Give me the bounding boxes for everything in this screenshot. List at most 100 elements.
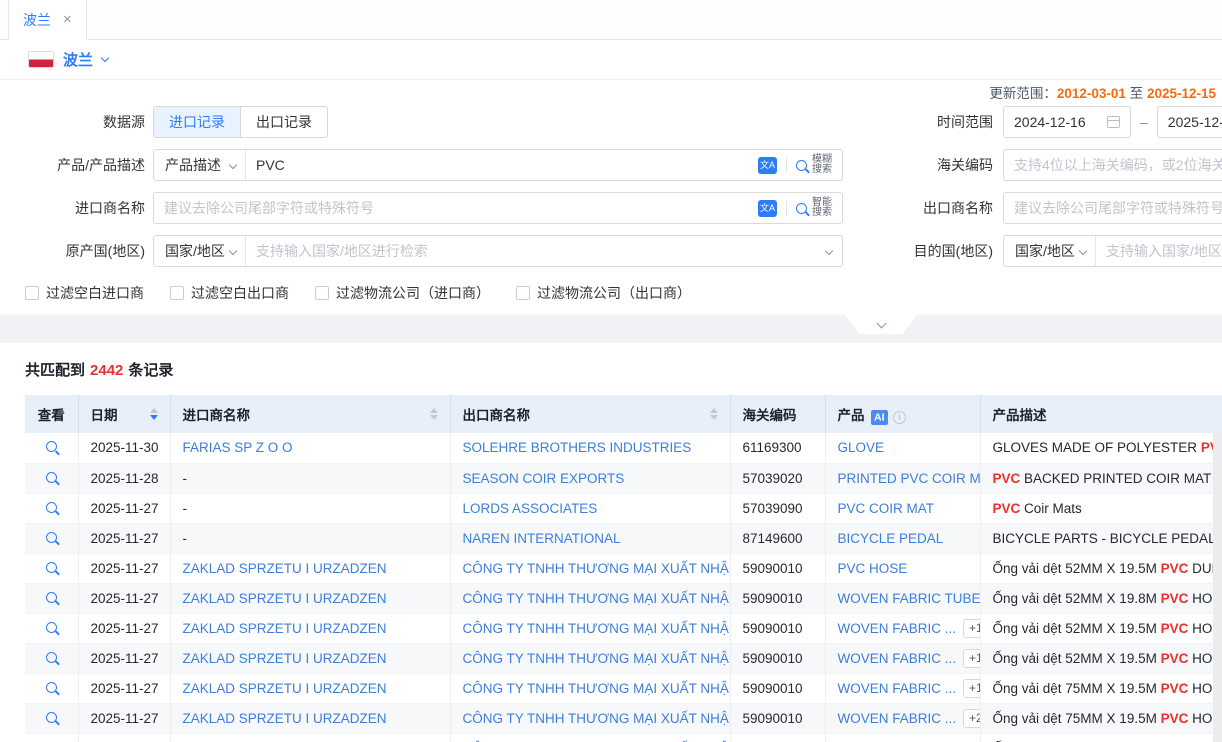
product-link[interactable]: PVC HOSE — [838, 561, 908, 576]
cell-description: PVC Coir Mats — [980, 493, 1222, 523]
exporter-link[interactable]: CÔNG TY TNHH THƯƠNG MẠI XUẤT NHẬP... — [463, 561, 731, 576]
exporter-link[interactable]: CÔNG TY TNHH THƯƠNG MẠI XUẤT NHẬP... — [463, 681, 731, 696]
cell-hs-code: 59090010 — [730, 673, 825, 703]
info-icon[interactable]: i — [893, 411, 906, 424]
cell-importer: ZAKLAD SPRZETU I URZADZEN — [170, 613, 450, 643]
cell-exporter: CÔNG TY TNHH THƯƠNG MẠI XUẤT NHẬP... — [450, 553, 730, 583]
importer-input[interactable]: 建议去除公司尾部字符或特殊符号 文A 智能 搜索 — [153, 192, 843, 224]
view-record-icon[interactable] — [46, 622, 57, 633]
translate-icon[interactable]: 文A — [758, 157, 777, 174]
chevron-down-icon — [1079, 247, 1087, 255]
exporter-link[interactable]: CÔNG TY TNHH THƯƠNG MẠI XUẤT NHẬP... — [463, 651, 731, 666]
cell-view — [25, 583, 78, 613]
hs-code-input[interactable]: 支持4位以上海关编码，或2位海关编码加 — [1003, 149, 1222, 181]
origin-type-select[interactable]: 国家/地区 — [154, 236, 246, 266]
table-row: 2025-11-27ZAKLAD SPRZETU I URZADZENCÔNG … — [25, 553, 1222, 583]
product-link[interactable]: BICYCLE PEDAL — [838, 531, 944, 546]
view-record-icon[interactable] — [46, 682, 57, 693]
product-link[interactable]: PVC COIR MAT — [838, 501, 935, 516]
product-link[interactable]: WOVEN FABRIC ... — [838, 621, 957, 636]
filter-checkbox[interactable]: 过滤空白出口商 — [170, 283, 289, 303]
more-products-badge[interactable]: +1 — [963, 649, 980, 668]
view-record-icon[interactable] — [46, 712, 57, 723]
date-from-input[interactable]: 2024-12-16 — [1003, 106, 1131, 138]
chevron-down-icon[interactable] — [101, 54, 109, 62]
cell-view — [25, 523, 78, 553]
exporter-link[interactable]: NAREN INTERNATIONAL — [463, 531, 621, 546]
col-exporter[interactable]: 出口商名称 — [450, 395, 730, 433]
cell-date: 2025-11-27 — [78, 733, 170, 742]
view-record-icon[interactable] — [46, 441, 57, 452]
translate-icon[interactable]: 文A — [758, 200, 777, 217]
cell-importer: FARIAS SP Z O O — [170, 433, 450, 463]
filter-checkbox[interactable]: 过滤物流公司（进口商） — [315, 283, 490, 303]
product-input[interactable]: PVC 文A 模糊 搜索 — [246, 155, 842, 176]
view-record-icon[interactable] — [46, 472, 57, 483]
view-record-icon[interactable] — [46, 532, 57, 543]
exporter-link[interactable]: SOLEHRE BROTHERS INDUSTRIES — [463, 440, 692, 455]
filter-checkbox[interactable]: 过滤空白进口商 — [25, 283, 144, 303]
importer-link[interactable]: ZAKLAD SPRZETU I URZADZEN — [183, 621, 387, 636]
view-record-icon[interactable] — [46, 652, 57, 663]
cell-date: 2025-11-27 — [78, 523, 170, 553]
more-products-badge[interactable]: +1 — [963, 679, 980, 698]
smart-search-button[interactable]: 智能 搜索 — [812, 198, 832, 219]
importer-link[interactable]: FARIAS SP Z O O — [183, 440, 293, 455]
product-link[interactable]: PRINTED PVC COIR M... — [838, 471, 981, 486]
cell-product: PRINTED PVC COIR M... — [825, 463, 980, 493]
exporter-link[interactable]: CÔNG TY TNHH THƯƠNG MẠI XUẤT NHẬP... — [463, 621, 731, 636]
data-source-option[interactable]: 进口记录 — [154, 107, 240, 137]
importer-link[interactable]: ZAKLAD SPRZETU I URZADZEN — [183, 561, 387, 576]
collapse-filter-button[interactable] — [845, 315, 917, 334]
smart-search-icon[interactable] — [796, 203, 807, 214]
origin-input[interactable]: 支持输入国家/地区进行检索 — [246, 241, 842, 261]
product-link[interactable]: GLOVE — [838, 440, 885, 455]
country-title[interactable]: 波兰 — [63, 49, 93, 70]
tab-poland[interactable]: 波兰 × — [8, 0, 87, 40]
table-row: 2025-11-27-LORDS ASSOCIATES57039090PVC C… — [25, 493, 1222, 523]
sort-icon-exporter[interactable] — [710, 408, 718, 421]
checkbox-box[interactable] — [170, 286, 184, 300]
destination-type-select[interactable]: 国家/地区 — [1004, 236, 1096, 266]
importer-link[interactable]: ZAKLAD SPRZETU I URZADZEN — [183, 591, 387, 606]
exporter-link[interactable]: CÔNG TY TNHH THƯƠNG MẠI XUẤT NHẬP... — [463, 711, 731, 726]
fuzzy-search-button[interactable]: 模糊 搜索 — [812, 155, 832, 176]
product-type-select[interactable]: 产品描述 — [154, 150, 246, 180]
vertical-scrollbar[interactable] — [1213, 433, 1222, 742]
divider — [786, 158, 787, 173]
exporter-link[interactable]: SEASON COIR EXPORTS — [463, 471, 625, 486]
importer-link[interactable]: ZAKLAD SPRZETU I URZADZEN — [183, 651, 387, 666]
col-date[interactable]: 日期 — [78, 395, 170, 433]
col-importer[interactable]: 进口商名称 — [170, 395, 450, 433]
exporter-link[interactable]: CÔNG TY TNHH THƯƠNG MẠI XUẤT NHẬP... — [463, 591, 731, 606]
update-range-to-word: 至 — [1130, 86, 1144, 101]
filter-checkbox[interactable]: 过滤物流公司（出口商） — [516, 283, 691, 303]
checkbox-box[interactable] — [516, 286, 530, 300]
view-record-icon[interactable] — [46, 592, 57, 603]
sort-icon-importer[interactable] — [430, 408, 438, 421]
date-to-input[interactable]: 2025-12-15 — [1157, 106, 1222, 138]
table-row: 2025-11-30FARIAS SP Z O OSOLEHRE BROTHER… — [25, 433, 1222, 463]
destination-input[interactable]: 支持输入国家/地区进行检索 — [1096, 241, 1222, 261]
product-link[interactable]: WOVEN FABRIC ... — [838, 711, 957, 726]
data-source-option[interactable]: 出口记录 — [240, 107, 327, 137]
product-link[interactable]: WOVEN FABRIC ... — [838, 681, 957, 696]
product-link[interactable]: WOVEN FABRIC ... — [838, 651, 957, 666]
close-icon[interactable]: × — [63, 12, 72, 27]
checkbox-label: 过滤空白出口商 — [191, 283, 289, 303]
cell-hs-code: 59090010 — [730, 643, 825, 673]
exporter-link[interactable]: LORDS ASSOCIATES — [463, 501, 598, 516]
more-products-badge[interactable]: +1 — [963, 619, 980, 638]
more-products-badge[interactable]: +2 — [963, 709, 980, 728]
product-link[interactable]: WOVEN FABRIC TUBE — [838, 591, 981, 606]
desc-text: BACKED PRINTED COIR MAT 40... — [1020, 471, 1222, 486]
sort-icon-date[interactable] — [150, 408, 158, 421]
view-record-icon[interactable] — [46, 562, 57, 573]
view-record-icon[interactable] — [46, 502, 57, 513]
importer-link[interactable]: ZAKLAD SPRZETU I URZADZEN — [183, 711, 387, 726]
fuzzy-search-icon[interactable] — [796, 160, 807, 171]
checkbox-box[interactable] — [25, 286, 39, 300]
importer-link[interactable]: ZAKLAD SPRZETU I URZADZEN — [183, 681, 387, 696]
checkbox-box[interactable] — [315, 286, 329, 300]
exporter-input[interactable]: 建议去除公司尾部字符或特殊符号 — [1003, 192, 1222, 224]
